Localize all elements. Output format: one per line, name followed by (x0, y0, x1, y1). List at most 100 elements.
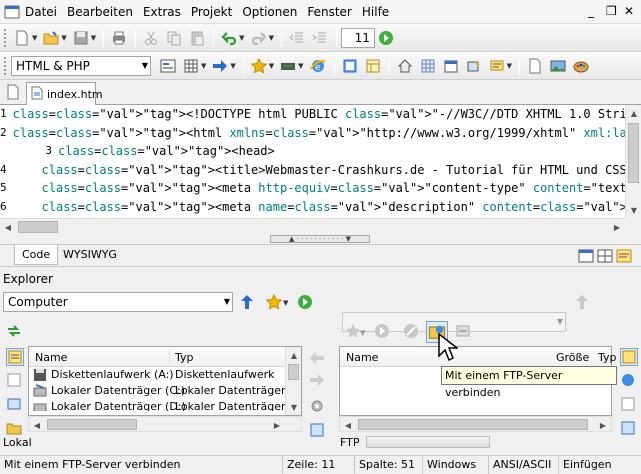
new-file-icon[interactable] (11, 27, 33, 49)
queue-icon[interactable] (309, 422, 327, 440)
editor-horizontal-scrollbar[interactable]: ◀ ▶ (0, 218, 625, 235)
app-icon[interactable] (4, 4, 20, 20)
blank-page-icon[interactable] (524, 55, 546, 77)
scroll-left-icon[interactable]: ◀ (340, 417, 356, 433)
undo-icon[interactable] (218, 27, 240, 49)
scroll-left-icon[interactable]: ◀ (0, 219, 16, 235)
calendar-icon[interactable] (440, 55, 462, 77)
h-scroll-thumb[interactable] (18, 221, 58, 233)
list-item[interactable]: Lokaler Datenträger (D:) Lokaler Datentr… (29, 399, 301, 411)
tab-wysiwyg[interactable]: WYSIWYG (56, 245, 124, 265)
favorites-star-icon[interactable] (248, 55, 270, 77)
editor-vertical-scrollbar[interactable]: ▲ ▼ (625, 105, 641, 218)
layout-split-icon[interactable] (597, 248, 615, 266)
toolbar-grip[interactable] (4, 28, 7, 47)
column-header-type[interactable]: Typ (175, 351, 194, 364)
ftp-details-view-icon[interactable] (620, 348, 638, 366)
menu-fenster[interactable]: Fenster (302, 0, 357, 24)
layout-single-icon[interactable] (578, 248, 596, 266)
scroll-right-icon[interactable]: ▶ (269, 417, 285, 433)
scroll-thumb[interactable] (628, 123, 639, 183)
refresh-icon[interactable] (6, 323, 24, 341)
panel-splitter-handle[interactable]: ▲ · · · · · · · · · · · ▼ (270, 235, 370, 243)
up-arrow-icon[interactable] (239, 294, 257, 312)
thumbnail-view-icon[interactable] (6, 396, 24, 414)
redo-dropdown-icon[interactable]: ▼ (269, 34, 274, 42)
local-file-list[interactable]: Name Typ Diskettenlaufwerk (A:) Diskette… (28, 346, 302, 416)
preview-icon[interactable] (339, 55, 361, 77)
code-line[interactable]: 2 class=class="val">"tag"><html xmlns=cla… (0, 124, 625, 143)
image-edit-icon[interactable] (463, 55, 485, 77)
favorites-dropdown-icon[interactable]: ▼ (269, 62, 274, 70)
menu-extras[interactable]: Extras (138, 0, 186, 24)
layout-notes-icon[interactable] (616, 248, 634, 266)
list-item[interactable]: Lokaler Datenträger (C:) Lokaler Datentr… (29, 383, 301, 399)
arrow-dropdown-icon[interactable]: ▼ (230, 62, 235, 70)
scroll-left-icon[interactable]: ◀ (29, 417, 45, 433)
goto-go-icon[interactable] (375, 27, 397, 49)
code-line[interactable]: 6 class=class="val">"tag"><meta name=cla… (0, 198, 625, 217)
ftp-column-header-type[interactable]: Typ (598, 351, 617, 364)
location-select[interactable]: Computer ▼ (3, 292, 233, 312)
ftp-up-arrow-icon[interactable] (574, 294, 592, 312)
scroll-down-icon[interactable]: ▼ (286, 399, 302, 415)
tab-list-icon[interactable] (6, 84, 24, 102)
cut-icon[interactable] (140, 27, 162, 49)
ftp-favorites-dropdown-icon[interactable]: ▼ (360, 329, 365, 337)
ftp-list-hscroll[interactable]: ◀ ▶ (339, 416, 612, 432)
scroll-up-icon[interactable]: ▲ (286, 347, 302, 363)
ftp-column-header-size[interactable]: Größe (556, 351, 589, 364)
grid-table-icon[interactable] (417, 55, 439, 77)
indent-icon[interactable] (309, 27, 331, 49)
tab-code[interactable]: Code (14, 245, 59, 265)
minimize-icon[interactable]: _ (588, 4, 594, 18)
ftp-list-view-icon[interactable] (620, 396, 638, 414)
save-icon[interactable] (70, 27, 92, 49)
palette-icon[interactable] (570, 55, 592, 77)
keyboard-icon[interactable] (277, 55, 299, 77)
keyboard-dropdown-icon[interactable]: ▼ (298, 62, 303, 70)
ftp-column-header-name[interactable]: Name (346, 351, 378, 364)
arrow-right-icon[interactable] (209, 55, 231, 77)
form-icon[interactable] (157, 55, 179, 77)
ftp-queue-icon[interactable] (620, 420, 638, 438)
picture-icon[interactable] (547, 55, 569, 77)
code-editor[interactable]: 1 class=class="val">"tag"><!DOCTYPE html … (0, 105, 625, 218)
ftp-stop-icon[interactable] (403, 323, 421, 341)
open-folder-icon[interactable] (40, 27, 62, 49)
print-icon[interactable] (108, 27, 130, 49)
local-list-hscroll[interactable]: ◀ ▶ (28, 416, 302, 432)
tab-index-htm[interactable]: index.htm (26, 82, 103, 105)
outdent-icon[interactable] (286, 27, 308, 49)
toolbar-grip-2[interactable] (4, 56, 7, 75)
undo-dropdown-icon[interactable]: ▼ (239, 34, 244, 42)
save-dropdown-icon[interactable]: ▼ (91, 34, 96, 42)
ftp-go-icon[interactable] (374, 323, 392, 341)
menu-bearbeiten[interactable]: Bearbeiten (62, 0, 138, 24)
goto-line-input[interactable]: 11 (340, 27, 375, 48)
menu-projekt[interactable]: Projekt (186, 0, 237, 24)
menu-optionen[interactable]: Optionen (237, 0, 302, 24)
scroll-down-icon[interactable]: ▼ (626, 202, 641, 218)
list-view-icon[interactable] (6, 372, 24, 390)
comment-icon[interactable] (486, 55, 508, 77)
table-dropdown-icon[interactable]: ▼ (201, 62, 206, 70)
transfer-left-icon[interactable] (309, 350, 327, 368)
local-list-vscroll[interactable]: ▲ ▼ (285, 347, 301, 415)
favorites-star-icon[interactable] (265, 293, 284, 312)
table-icon[interactable] (180, 55, 202, 77)
menu-datei[interactable]: Datei (20, 0, 62, 24)
code-line[interactable]: 3 class=class="val">"tag"><head> (0, 142, 625, 161)
open-dropdown-icon[interactable]: ▼ (61, 34, 66, 42)
scroll-right-icon[interactable]: ▶ (595, 417, 611, 433)
restore-icon[interactable]: ❐ (606, 4, 617, 18)
paste-icon[interactable] (186, 27, 208, 49)
home-icon[interactable] (394, 55, 416, 77)
language-select[interactable]: HTML & PHP ▼ (11, 55, 151, 76)
ftp-web-icon[interactable] (620, 372, 638, 390)
copy-icon[interactable] (163, 27, 185, 49)
list-item[interactable]: Diskettenlaufwerk (A:) Diskettenlaufwerk (29, 367, 301, 383)
close-icon[interactable]: ✕ (624, 4, 634, 18)
favorites-dropdown-icon[interactable]: ▼ (283, 299, 288, 307)
internet-explorer-icon[interactable]: e (307, 55, 329, 77)
